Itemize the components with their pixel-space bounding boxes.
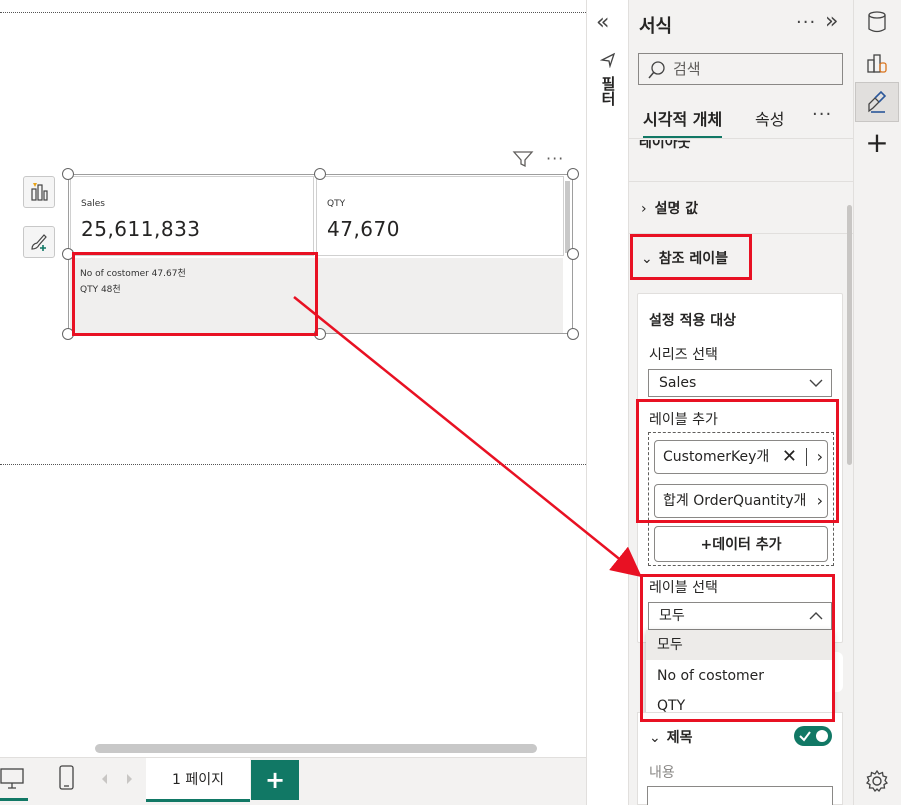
annotation-arrow	[293, 296, 642, 578]
